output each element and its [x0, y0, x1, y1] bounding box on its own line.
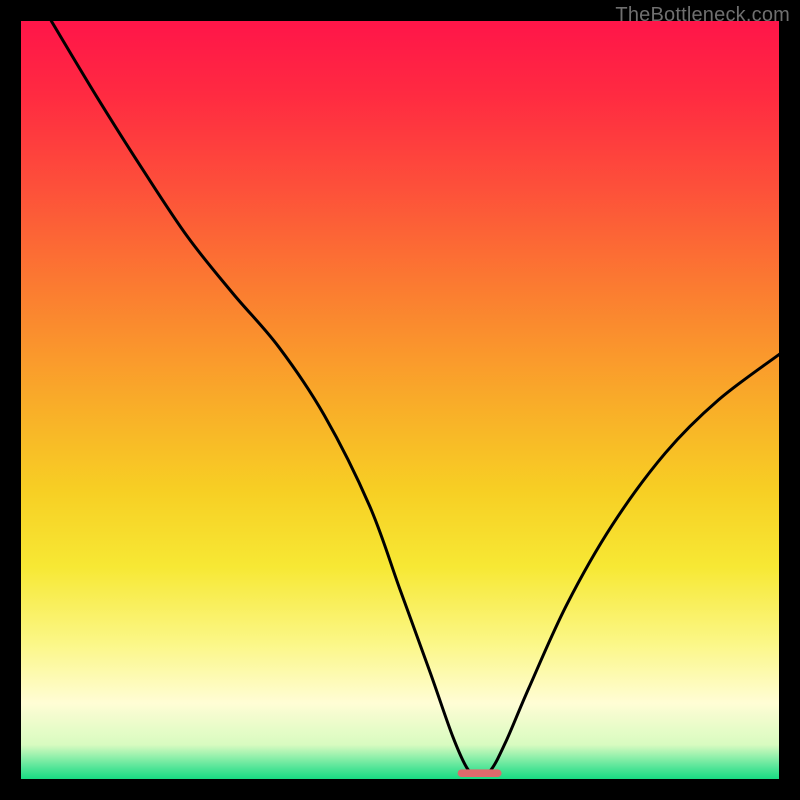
chart-svg [21, 21, 779, 779]
outer-frame: TheBottleneck.com [0, 0, 800, 800]
plot-area [21, 21, 779, 779]
watermark-text: TheBottleneck.com [615, 4, 790, 27]
gradient-background [21, 21, 779, 779]
minimum-marker [458, 769, 502, 777]
